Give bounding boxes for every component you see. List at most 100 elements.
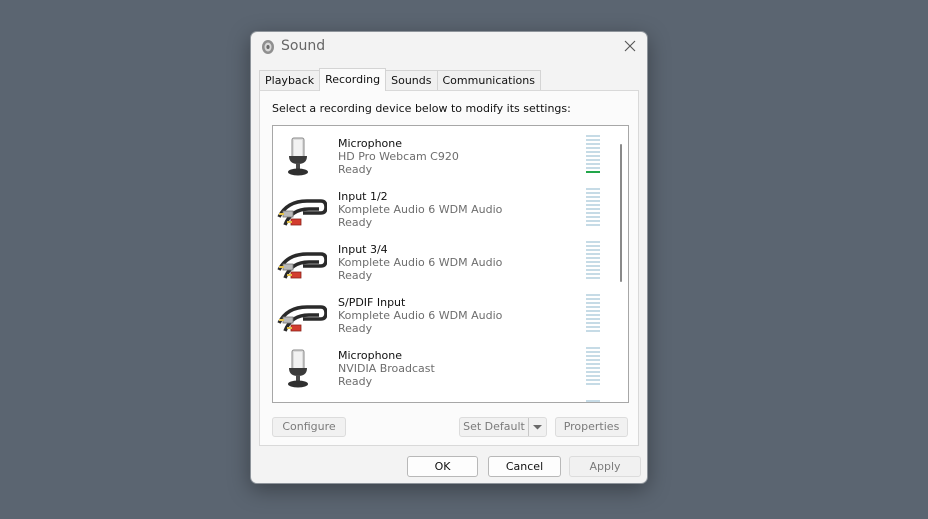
tab-strip: Playback Recording Sounds Communications [259,68,541,91]
meter-segment [586,265,600,267]
meter-segment [586,379,600,381]
instruction-text: Select a recording device below to modif… [272,102,571,115]
meter-segment [586,261,600,263]
microphone-icon [288,349,308,388]
rca-cable-icon [277,252,327,279]
meter-segment [586,208,600,210]
meter-segment [586,212,600,214]
meter-segment [586,375,600,377]
meter-segment [586,192,600,194]
meter-segment [586,351,600,353]
meter-segment [586,241,600,243]
device-row-spdif-input[interactable]: S/PDIF Input Komplete Audio 6 WDM Audio … [273,287,613,340]
meter-segment [586,363,600,365]
level-meter [586,347,600,388]
device-status: Ready [338,216,373,229]
meter-segment [586,314,600,316]
properties-button[interactable]: Properties [555,417,628,437]
meter-segment [586,306,600,308]
meter-segment [586,371,600,373]
device-description: Komplete Audio 6 WDM Audio [338,309,503,322]
meter-segment [586,245,600,247]
set-default-label: Set Default [463,420,525,433]
scrollbar-thumb[interactable] [620,144,622,282]
meter-segment [586,143,600,145]
device-row-input-3-4[interactable]: Input 3/4 Komplete Audio 6 WDM Audio Rea… [273,234,613,287]
meter-segment [586,326,600,328]
device-status: Ready [338,322,373,335]
meter-segment [586,155,600,157]
meter-segment [586,322,600,324]
meter-segment [586,330,600,332]
meter-segment [586,298,600,300]
meter-segment [586,253,600,255]
level-meter [586,135,600,176]
meter-segment [586,359,600,361]
meter-segment [586,196,600,198]
device-status: Ready [338,163,373,176]
device-row-microphone-nvidia[interactable]: Microphone NVIDIA Broadcast Ready [273,340,613,393]
recording-panel: Select a recording device below to modif… [259,90,639,446]
dropdown-arrow[interactable] [528,418,546,436]
meter-segment [586,347,600,349]
chevron-down-icon [533,425,542,430]
sound-dialog: Sound Playback Recording Sounds Communic… [250,31,648,484]
window-title: Sound [281,38,326,54]
device-name: Microphone [338,137,403,150]
level-meter [586,400,600,402]
meter-segment [586,257,600,259]
apply-button[interactable]: Apply [569,456,641,477]
cancel-button[interactable]: Cancel [488,456,561,477]
meter-segment [586,151,600,153]
tab-sounds[interactable]: Sounds [385,70,438,90]
meter-segment [586,188,600,190]
meter-segment [586,318,600,320]
device-status: Ready [338,269,373,282]
meter-segment [586,216,600,218]
rca-cable-icon [277,305,327,332]
close-icon[interactable] [621,37,639,55]
device-name: Microphone [338,349,403,362]
device-name: S/PDIF Input [338,296,406,309]
meter-segment [586,135,600,137]
meter-segment [586,273,600,275]
meter-segment [586,220,600,222]
device-description: Komplete Audio 6 WDM Audio [338,256,503,269]
level-meter [586,241,600,282]
meter-segment [586,167,600,169]
level-meter [586,188,600,229]
meter-segment [586,383,600,385]
meter-segment [586,171,600,173]
ok-button[interactable]: OK [407,456,478,477]
meter-segment [586,294,600,296]
meter-segment [586,139,600,141]
meter-segment [586,310,600,312]
device-name: Input 1/2 [338,190,388,203]
tab-recording[interactable]: Recording [319,68,387,91]
meter-segment [586,200,600,202]
meter-segment [586,269,600,271]
device-row-partial[interactable] [273,393,613,402]
meter-segment [586,147,600,149]
meter-segment [586,163,600,165]
device-status: Ready [338,375,373,388]
rca-cable-icon [277,199,327,226]
meter-segment [586,355,600,357]
device-description: HD Pro Webcam C920 [338,150,459,163]
device-row-microphone-c920[interactable]: Microphone HD Pro Webcam C920 Ready [273,128,613,181]
level-meter [586,294,600,335]
microphone-icon [288,137,308,176]
device-list[interactable]: Microphone HD Pro Webcam C920 Ready Inpu… [272,125,629,403]
configure-button[interactable]: Configure [272,417,346,437]
tab-communications[interactable]: Communications [436,70,541,90]
meter-segment [586,204,600,206]
meter-segment [586,159,600,161]
tab-playback[interactable]: Playback [259,70,321,90]
speaker-icon [262,40,274,54]
title-bar[interactable]: Sound [251,32,647,62]
set-default-button[interactable]: Set Default [459,417,547,437]
device-description: NVIDIA Broadcast [338,362,435,375]
device-row-input-1-2[interactable]: Input 1/2 Komplete Audio 6 WDM Audio Rea… [273,181,613,234]
meter-segment [586,224,600,226]
meter-segment [586,367,600,369]
